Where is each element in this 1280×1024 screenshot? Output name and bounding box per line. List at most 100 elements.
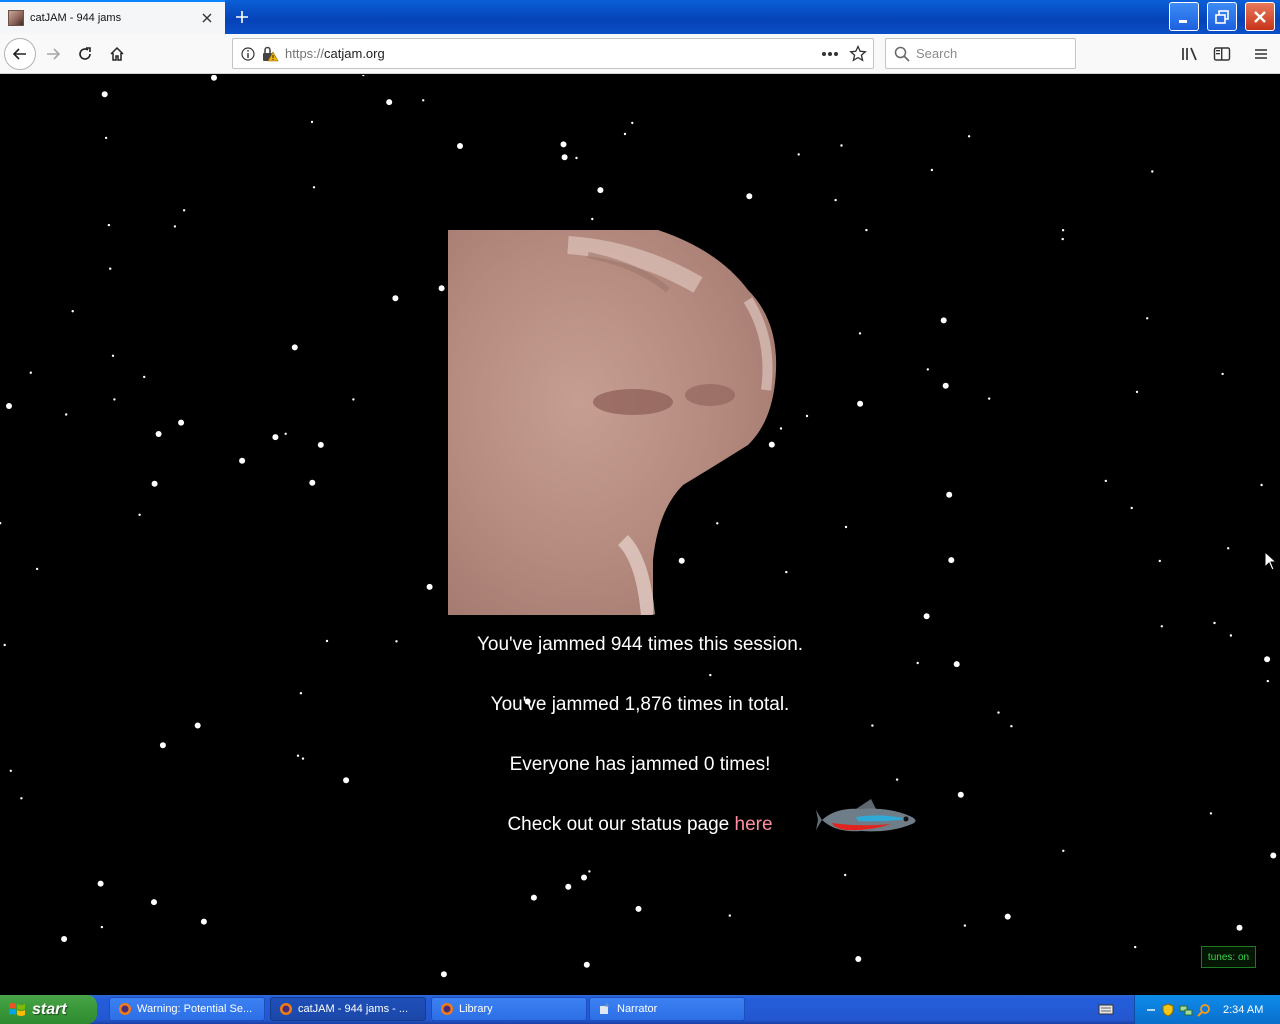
star [946,491,953,498]
windows-flag-icon [9,1002,25,1016]
star [438,285,445,292]
star [194,722,201,729]
library-button[interactable] [1178,42,1202,66]
taskbar-clock: 2:34 AM [1223,1003,1264,1016]
security-shield-icon[interactable] [1161,1002,1175,1017]
taskbar-item-narrator[interactable]: Narrator [589,997,745,1021]
search-input[interactable] [916,46,1066,61]
star [865,228,868,232]
star [858,332,862,335]
cat-favicon-icon [8,10,24,26]
url-text[interactable]: https://catjam.org [285,46,821,61]
forward-button[interactable] [37,38,69,70]
page-actions-icon[interactable] [821,51,839,57]
star [855,956,862,962]
firefox-icon [119,1003,131,1015]
keyboard-icon[interactable] [1098,1002,1114,1016]
star [560,141,567,148]
star [930,168,934,172]
star [107,223,111,227]
star [988,397,991,400]
narrator-icon [600,1003,609,1014]
star [895,778,899,781]
minimize-button[interactable] [1169,2,1199,31]
star [581,874,587,881]
cat-jam-gif [448,230,777,615]
taskbar-item-library[interactable]: Library [431,997,587,1021]
close-window-button[interactable] [1245,2,1275,31]
star [309,479,316,486]
star [916,661,919,665]
star [923,613,930,620]
star [239,457,246,464]
star [426,583,433,590]
star [1061,229,1065,232]
taskbar-item-warning[interactable]: Warning: Potential Se... [109,997,265,1021]
magnifier-icon[interactable] [1197,1003,1211,1017]
star [173,225,177,228]
star [1151,170,1154,173]
taskbar-item-label: Narrator [617,1003,658,1015]
firefox-icon [441,1003,453,1015]
home-button[interactable] [101,38,133,70]
search-icon [894,46,910,62]
start-button[interactable]: start [0,995,97,1024]
star [151,899,157,906]
tab-title: catJAM - 944 jams [30,12,122,24]
star [575,156,578,160]
star [200,918,207,925]
tray-arrow-icon[interactable] [1145,1004,1157,1016]
library-icon [1182,47,1197,61]
status-page-text: Check out our status page [507,814,735,835]
star [182,209,186,212]
taskbar-item-catjam[interactable]: catJAM - 944 jams - ... [270,997,426,1021]
star [926,368,929,371]
star [155,431,162,437]
star [109,267,112,270]
url-bar[interactable]: https://catjam.org [232,38,874,69]
star [312,186,316,189]
tunes-toggle-button[interactable]: tunes: on [1201,946,1256,968]
close-tab-button[interactable] [195,6,219,30]
network-icon[interactable] [1179,1003,1193,1017]
taskbar-item-label: catJAM - 944 jams - ... [298,1003,409,1015]
search-box[interactable] [885,38,1076,69]
bookmark-star-icon[interactable] [849,44,867,63]
restore-button[interactable] [1207,2,1237,31]
star [1221,372,1224,376]
star [940,317,947,324]
tab-catjam[interactable]: catJAM - 944 jams [0,0,225,34]
restore-icon [1215,9,1229,24]
star [623,132,627,136]
sidebar-button[interactable] [1210,42,1234,66]
browser-titlebar: catJAM - 944 jams [0,0,1280,34]
page-content: You've jammed 944 times this session. Yo… [0,75,1280,995]
star [159,742,166,749]
star [967,135,971,138]
star [1260,483,1263,487]
star [440,971,447,978]
star [211,75,217,81]
star [844,873,847,877]
star [422,99,425,102]
star [101,91,108,98]
hamburger-menu-button[interactable] [1249,42,1273,66]
star [561,154,568,161]
hamburger-menu-icon [1255,49,1267,59]
new-tab-button[interactable] [226,1,258,33]
star [1160,625,1164,628]
star [840,144,843,147]
star [805,414,809,418]
url-host: catjam.org [324,46,385,61]
star [779,427,783,430]
firefox-icon [280,1003,292,1015]
back-button[interactable] [4,38,36,70]
status-page-link[interactable]: here [735,814,773,835]
star [597,187,604,194]
insecure-lock-warning-icon[interactable] [261,46,279,62]
reload-button[interactable] [69,38,101,70]
star [1236,924,1243,931]
info-icon [241,46,255,61]
star [844,525,848,529]
star [565,883,572,890]
